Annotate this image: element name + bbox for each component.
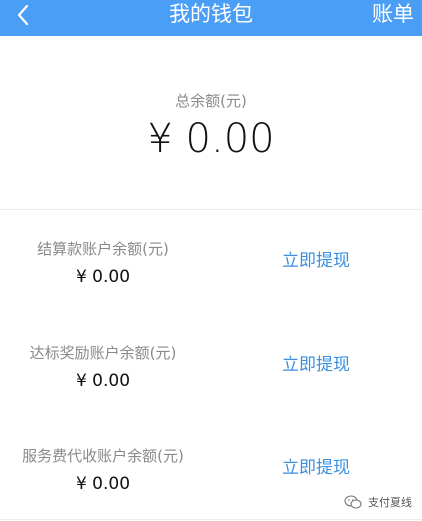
account-row-reward: 达标奖励账户余额(元) ¥ 0.00 立即提现 [0, 342, 422, 432]
page-title: 我的钱包 [169, 2, 253, 26]
bill-button[interactable]: 账单 [372, 0, 414, 30]
watermark-text: 支付夏线 [368, 496, 412, 509]
account-value: ¥ 0.00 [75, 267, 131, 287]
account-label: 结算款账户余额(元) [37, 240, 169, 258]
account-value: ¥ 0.00 [75, 371, 131, 391]
account-value: ¥ 0.00 [75, 474, 131, 494]
total-balance-section: 总余额(元) ¥ 0.00 [0, 36, 422, 209]
withdraw-button[interactable]: 立即提现 [282, 246, 350, 271]
total-balance-label: 总余额(元) [175, 92, 247, 110]
account-info: 服务费代收账户余额(元) ¥ 0.00 [0, 445, 206, 494]
account-info: 结算款账户余额(元) ¥ 0.00 [0, 238, 206, 287]
withdraw-button[interactable]: 立即提现 [282, 350, 350, 375]
divider [0, 519, 422, 520]
account-row-settlement: 结算款账户余额(元) ¥ 0.00 立即提现 [0, 238, 422, 328]
withdraw-button[interactable]: 立即提现 [282, 453, 350, 478]
account-info: 达标奖励账户余额(元) ¥ 0.00 [0, 342, 206, 391]
nav-bar: 我的钱包 账单 [0, 0, 422, 36]
watermark: 支付夏线 [344, 494, 412, 510]
wechat-icon [344, 495, 362, 509]
divider [0, 209, 422, 210]
account-label: 达标奖励账户余额(元) [29, 344, 177, 362]
account-label: 服务费代收账户余额(元) [22, 447, 184, 465]
total-balance-value: ¥ 0.00 [147, 116, 275, 162]
